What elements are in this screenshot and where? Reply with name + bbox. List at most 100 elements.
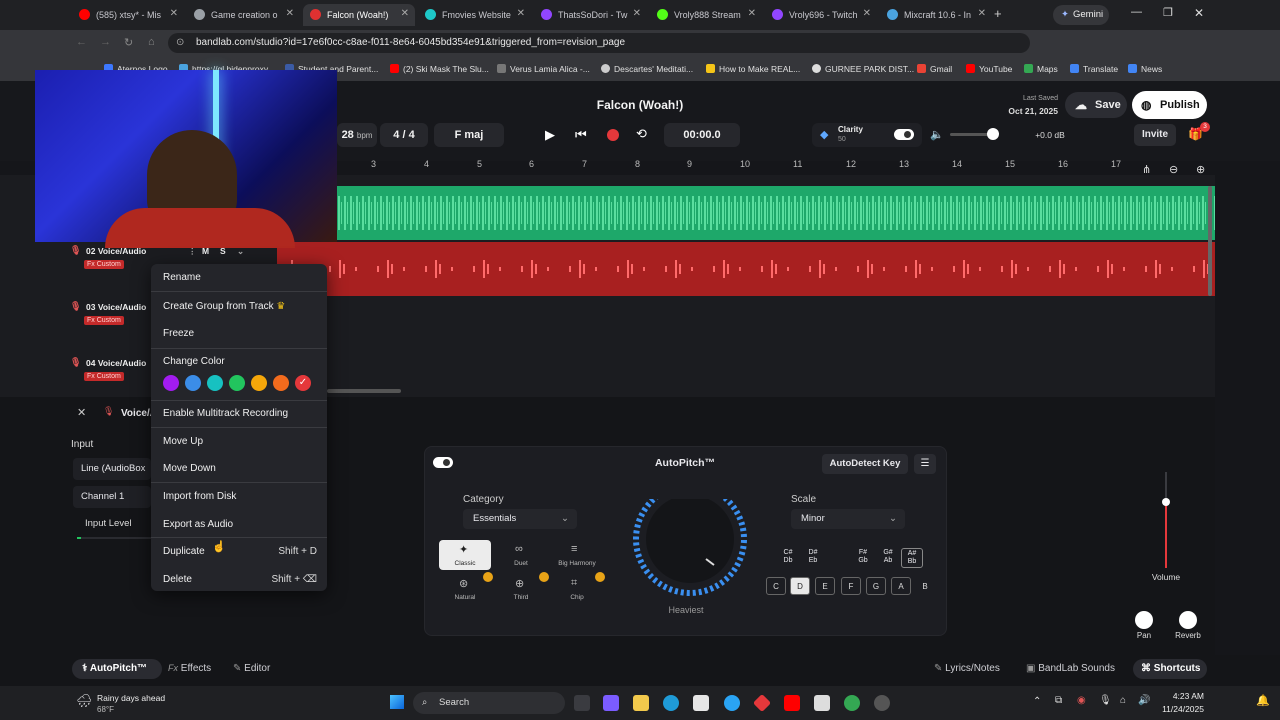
- menu-item-create-group[interactable]: Create Group from Track ♛: [163, 301, 285, 312]
- fx-badge[interactable]: Fx Custom: [84, 372, 124, 381]
- chrome-icon[interactable]: [844, 695, 860, 711]
- bandlab-sounds-button[interactable]: ▣ BandLab Sounds: [1026, 663, 1115, 674]
- bookmark[interactable]: Translate: [1070, 64, 1118, 74]
- key-sharp[interactable]: C# Db: [777, 549, 799, 565]
- menu-item-import-from-disk[interactable]: Import from Disk: [163, 491, 236, 502]
- key-d[interactable]: D: [790, 577, 810, 595]
- browser-tab[interactable]: Mixcraft 10.6 - In ✕: [880, 4, 992, 26]
- key-sharp[interactable]: F# Gb: [852, 549, 874, 565]
- vertical-scrollbar[interactable]: [1208, 186, 1212, 296]
- back-icon[interactable]: ←: [76, 36, 87, 48]
- browser-tab[interactable]: Vroly696 - Twitch ✕: [765, 4, 877, 26]
- menu-item-move-up[interactable]: Move Up: [163, 436, 203, 447]
- reload-icon[interactable]: ↻: [124, 36, 133, 49]
- bookmark[interactable]: News: [1128, 64, 1162, 74]
- tab-effects[interactable]: Fx Effects: [168, 663, 211, 674]
- category-select[interactable]: Essentials ⌄: [463, 509, 577, 529]
- site-info-icon[interactable]: ⊙: [176, 33, 184, 53]
- weather-title[interactable]: Rainy days ahead: [97, 693, 165, 703]
- color-swatch-green[interactable]: [229, 375, 245, 391]
- youtube-icon[interactable]: [784, 695, 800, 711]
- channel-select[interactable]: Channel 1: [73, 486, 151, 508]
- close-icon[interactable]: ✕: [863, 8, 871, 19]
- input-device-select[interactable]: Line (AudioBox: [73, 458, 151, 480]
- empty-lanes[interactable]: [337, 298, 1215, 396]
- browser-tab[interactable]: ThatsSoDori - Tw ✕: [534, 4, 647, 26]
- reverb-knob[interactable]: [1179, 611, 1197, 629]
- edge-icon[interactable]: [663, 695, 679, 711]
- windows-start-icon[interactable]: [390, 695, 404, 709]
- key-sharp[interactable]: G# Ab: [877, 549, 899, 565]
- clock-time[interactable]: 4:23 AM: [1156, 691, 1204, 701]
- bookmark[interactable]: Verus Lamia Alica -...: [497, 64, 590, 74]
- category-classic[interactable]: ✦ Classic: [439, 540, 491, 570]
- browser-tab[interactable]: Game creation o ✕: [187, 4, 300, 26]
- color-swatch-red-selected[interactable]: ✓: [295, 375, 311, 391]
- close-icon[interactable]: ✕: [748, 8, 756, 19]
- key-sharp-selected[interactable]: A# Bb: [901, 548, 923, 568]
- volume-icon[interactable]: 🔊: [1138, 695, 1150, 706]
- tray-icon[interactable]: ◉: [1077, 695, 1086, 706]
- strength-knob[interactable]: [630, 499, 750, 619]
- master-volume-slider[interactable]: [950, 128, 999, 140]
- color-swatch-blue[interactable]: [185, 375, 201, 391]
- bookmark[interactable]: GURNEE PARK DIST...: [812, 64, 914, 74]
- category-big-harmony[interactable]: ≡ Big Harmony: [551, 540, 603, 570]
- minimize-icon[interactable]: —: [1131, 6, 1142, 18]
- clock-date[interactable]: 11/24/2025: [1150, 704, 1204, 714]
- menu-item-duplicate[interactable]: Duplicate: [163, 546, 205, 557]
- publish-button[interactable]: ◍ Publish: [1132, 91, 1207, 119]
- fx-badge[interactable]: Fx Custom: [84, 316, 124, 325]
- autodetect-key-button[interactable]: AutoDetect Key: [822, 454, 908, 474]
- weather-icon[interactable]: 🌧: [76, 693, 93, 709]
- bookmark[interactable]: Descartes' Meditati...: [601, 64, 693, 74]
- microphone-icon[interactable]: 🎙: [1099, 695, 1112, 706]
- app-icon[interactable]: [874, 695, 890, 711]
- home-icon[interactable]: ⌂: [148, 36, 155, 48]
- restore-icon[interactable]: ❐: [1163, 6, 1173, 19]
- copilot-icon[interactable]: [603, 695, 619, 711]
- color-swatch-purple[interactable]: [163, 375, 179, 391]
- invite-button[interactable]: Invite: [1134, 124, 1176, 146]
- fader-thumb[interactable]: [1162, 498, 1170, 506]
- menu-item-move-down[interactable]: Move Down: [163, 463, 216, 474]
- browser-tab[interactable]: Vroly888 Stream ✕: [650, 4, 762, 26]
- key-c[interactable]: C: [766, 577, 786, 595]
- settings-sliders-icon[interactable]: ☰: [914, 454, 936, 474]
- browser-tab-active[interactable]: Falcon (Woah!) ✕: [303, 4, 415, 26]
- speaker-icon[interactable]: 🔈: [930, 128, 944, 141]
- clarity-control[interactable]: ◆ Clarity 50: [812, 123, 922, 147]
- notifications-icon[interactable]: 🔔: [1256, 694, 1270, 707]
- tab-editor[interactable]: ✎ Editor: [233, 663, 270, 674]
- window-close-icon[interactable]: ✕: [1194, 6, 1204, 20]
- close-icon[interactable]: ✕: [517, 8, 525, 19]
- gemini-button[interactable]: ✦ Gemini: [1053, 5, 1109, 25]
- new-tab-button[interactable]: +: [994, 6, 1002, 21]
- app-icon[interactable]: [814, 695, 830, 711]
- horizontal-scrollbar[interactable]: [327, 389, 401, 393]
- menu-item-freeze[interactable]: Freeze: [163, 328, 194, 339]
- key-f[interactable]: F: [841, 577, 861, 595]
- loop-icon[interactable]: ⟲: [636, 126, 647, 142]
- project-title[interactable]: Falcon (Woah!): [540, 98, 740, 112]
- color-swatch-yellow[interactable]: [251, 375, 267, 391]
- key-a[interactable]: A: [891, 577, 911, 595]
- tempo-field[interactable]: 28 bpm: [337, 123, 377, 147]
- menu-item-change-color[interactable]: Change Color: [163, 356, 225, 367]
- timeline-ruler[interactable]: 3 4 5 6 7 8 9 10 11 12 13 14 15 16 17: [337, 157, 1215, 175]
- time-signature-field[interactable]: 4 / 4: [380, 123, 428, 147]
- app-icon[interactable]: [724, 695, 740, 711]
- menu-item-delete[interactable]: Delete: [163, 574, 192, 585]
- bookmark[interactable]: YouTube: [966, 64, 1012, 74]
- clarity-toggle[interactable]: [894, 129, 914, 140]
- key-b[interactable]: B: [915, 577, 935, 595]
- taskbar-search[interactable]: ⌕ Search: [413, 692, 565, 714]
- browser-tab[interactable]: (585) xtsy* - Mis ✕: [72, 4, 184, 26]
- task-view-icon[interactable]: [574, 695, 590, 711]
- close-icon[interactable]: ✕: [170, 8, 178, 19]
- volume-fader[interactable]: [1162, 472, 1170, 568]
- bookmark[interactable]: Gmail: [917, 64, 952, 74]
- network-icon[interactable]: ⌂: [1120, 695, 1126, 706]
- close-icon[interactable]: ✕: [401, 8, 409, 19]
- audio-region-red[interactable]: [277, 242, 1215, 296]
